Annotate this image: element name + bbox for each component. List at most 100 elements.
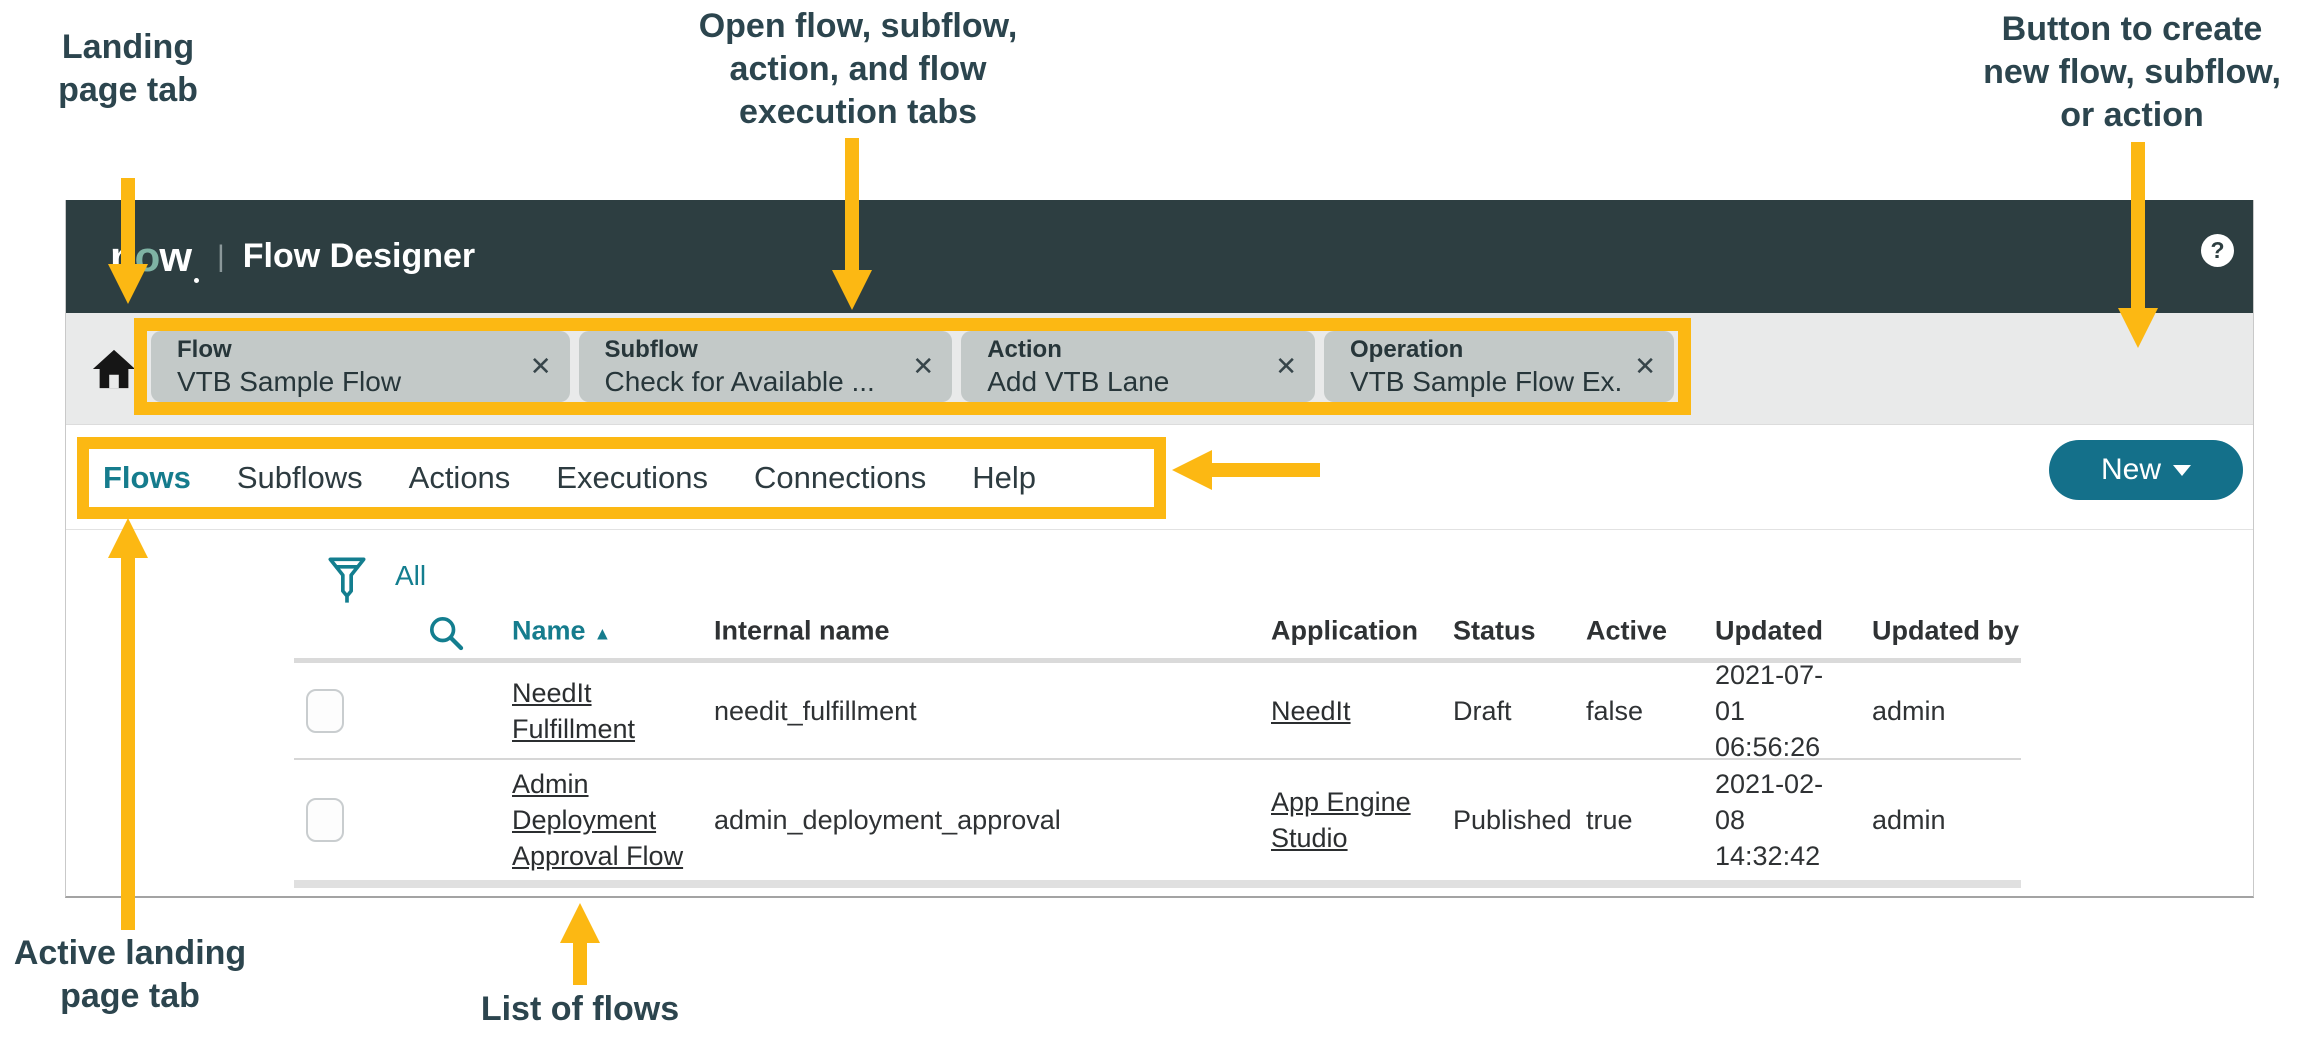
home-icon xyxy=(91,346,137,392)
tab-name-label: VTB Sample Flow Ex... xyxy=(1350,365,1620,399)
flow-name-cell: Admin Deployment Approval Flow xyxy=(512,760,688,880)
application-link[interactable]: App Engine Studio xyxy=(1271,784,1411,856)
logo-letter: w xyxy=(159,233,191,280)
annotation-arrowhead-up xyxy=(560,903,600,943)
close-icon[interactable]: ✕ xyxy=(1275,351,1297,382)
help-icon[interactable]: ? xyxy=(2201,234,2234,267)
table-header-row: Name ▲ Internal name Application Status A… xyxy=(294,603,2021,663)
help-glyph: ? xyxy=(2210,237,2224,264)
column-header-updated-by[interactable]: Updated by xyxy=(1872,615,2019,646)
annotation-arrow-up xyxy=(573,941,587,985)
column-header-status[interactable]: Status xyxy=(1453,615,1536,646)
annotation-line: Landing xyxy=(20,26,236,69)
filter-button[interactable]: All xyxy=(327,555,426,607)
updated-cell: 2021-07-01 06:56:26 xyxy=(1715,663,1837,758)
tab-type-label: Operation xyxy=(1350,335,1620,365)
column-header-internal-name[interactable]: Internal name xyxy=(714,615,890,646)
annotation-line: page tab xyxy=(0,975,260,1018)
column-header-application[interactable]: Application xyxy=(1271,615,1418,646)
annotation-arrowhead-down xyxy=(108,264,148,304)
search-icon xyxy=(426,613,466,653)
application-link[interactable]: NeedIt xyxy=(1271,693,1351,729)
close-icon[interactable]: ✕ xyxy=(530,351,552,382)
column-header-label: Name xyxy=(512,615,586,645)
updated-by-cell: admin xyxy=(1872,663,2002,758)
annotation-arrowhead-down xyxy=(832,270,872,310)
application-cell: NeedIt xyxy=(1271,663,1411,758)
home-tab-button[interactable] xyxy=(88,341,140,397)
filter-condition-label: All xyxy=(395,560,426,592)
column-header-name[interactable]: Name ▲ xyxy=(512,615,611,646)
tab-type-label: Subflow xyxy=(605,335,899,365)
flow-designer-window: now | Flow Designer ? Flow xyxy=(65,200,2254,898)
column-header-active[interactable]: Active xyxy=(1586,615,1667,646)
annotation-arrow-down xyxy=(845,138,859,270)
annotation-arrow-down xyxy=(121,178,135,264)
tab-name-label: VTB Sample Flow xyxy=(177,365,516,399)
table-row: Admin Deployment Approval Flow admin_dep… xyxy=(294,760,2021,888)
chevron-down-icon xyxy=(2173,465,2191,476)
tab-subflow[interactable]: Subflow Check for Available ... ✕ xyxy=(579,331,953,402)
tab-name-label: Check for Available ... xyxy=(605,365,899,399)
new-button-label: New xyxy=(2101,453,2161,487)
logo-separator: | xyxy=(217,240,225,274)
annotation-landing-page-tab: Landing page tab xyxy=(20,26,236,112)
tab-type-label: Flow xyxy=(177,335,516,365)
annotation-create-button: Button to create new flow, subflow, or a… xyxy=(1960,8,2304,137)
new-button[interactable]: New xyxy=(2049,440,2243,500)
registered-mark-dot xyxy=(194,278,199,283)
app-header: now | Flow Designer ? xyxy=(66,200,2253,313)
sort-ascending-icon: ▲ xyxy=(594,623,612,643)
annotation-line: execution tabs xyxy=(598,91,1118,134)
flow-name-cell: NeedIt Fulfillment xyxy=(512,663,688,758)
updated-by-cell: admin xyxy=(1872,760,2002,880)
tab-subflows[interactable]: Subflows xyxy=(237,460,363,496)
annotation-active-landing: Active landing page tab xyxy=(0,932,260,1018)
annotation-line: page tab xyxy=(20,69,236,112)
annotation-line: Open flow, subflow, xyxy=(598,5,1118,48)
app-title: Flow Designer xyxy=(243,237,475,276)
tab-executions[interactable]: Executions xyxy=(556,460,708,496)
tab-actions[interactable]: Actions xyxy=(409,460,511,496)
screenshot-canvas: Landing page tab Open flow, subflow, act… xyxy=(0,0,2304,1056)
annotation-line: or action xyxy=(1960,94,2304,137)
tab-flows[interactable]: Flows xyxy=(103,460,191,496)
search-button[interactable] xyxy=(426,613,466,658)
status-cell: Published xyxy=(1453,760,1573,880)
tab-type-label: Action xyxy=(987,335,1261,365)
annotation-line: List of flows xyxy=(460,988,700,1031)
row-checkbox[interactable] xyxy=(306,689,344,733)
annotation-line: action, and flow xyxy=(598,48,1118,91)
landing-tabs-highlight-box: Flows Subflows Actions Executions Connec… xyxy=(77,437,1166,519)
flow-name-link[interactable]: NeedIt Fulfillment xyxy=(512,675,688,747)
annotation-arrowhead-left xyxy=(1172,450,1212,490)
internal-name-cell: admin_deployment_approval xyxy=(714,760,1074,880)
close-icon[interactable]: ✕ xyxy=(1634,351,1656,382)
document-tabs-highlight-box: Flow VTB Sample Flow ✕ Subflow Check for… xyxy=(134,318,1691,415)
internal-name-cell: needit_fulfillment xyxy=(714,663,1074,758)
servicenow-logo: now | Flow Designer xyxy=(110,200,475,313)
column-header-updated[interactable]: Updated xyxy=(1715,615,1823,646)
tab-operation[interactable]: Operation VTB Sample Flow Ex... ✕ xyxy=(1324,331,1674,402)
row-checkbox[interactable] xyxy=(306,798,344,842)
tab-action[interactable]: Action Add VTB Lane ✕ xyxy=(961,331,1315,402)
flows-table: Name ▲ Internal name Application Status A… xyxy=(294,603,2021,888)
annotation-arrow-up xyxy=(121,556,135,930)
tab-flow[interactable]: Flow VTB Sample Flow ✕ xyxy=(151,331,570,402)
tab-name-label: Add VTB Lane xyxy=(987,365,1261,399)
landing-nav-row: Flows Subflows Actions Executions Connec… xyxy=(66,425,2253,530)
status-cell: Draft xyxy=(1453,663,1573,758)
application-cell: App Engine Studio xyxy=(1271,760,1411,880)
table-row: NeedIt Fulfillment needit_fulfillment Ne… xyxy=(294,663,2021,760)
close-icon[interactable]: ✕ xyxy=(912,351,934,382)
annotation-arrow-left xyxy=(1210,463,1320,477)
active-cell: false xyxy=(1586,663,1696,758)
annotation-line: new flow, subflow, xyxy=(1960,51,2304,94)
tab-help[interactable]: Help xyxy=(972,460,1036,496)
active-cell: true xyxy=(1586,760,1696,880)
annotation-line: Button to create xyxy=(1960,8,2304,51)
annotation-arrowhead-up xyxy=(108,518,148,558)
flow-name-link[interactable]: Admin Deployment Approval Flow xyxy=(512,766,688,874)
updated-cell: 2021-02-08 14:32:42 xyxy=(1715,760,1837,880)
tab-connections[interactable]: Connections xyxy=(754,460,926,496)
